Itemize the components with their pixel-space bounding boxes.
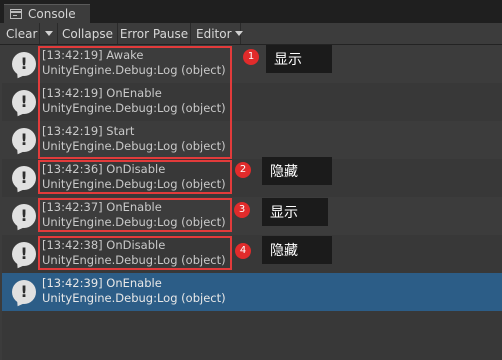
annotation-box-3: [38, 198, 232, 232]
log-message-icon: !: [12, 128, 36, 152]
collapse-button-label: Collapse: [62, 26, 113, 41]
error-pause-button-label: Error Pause: [119, 26, 189, 41]
log-message-icon: !: [12, 204, 36, 228]
collapse-button[interactable]: Collapse: [58, 23, 118, 44]
annotation-number-3: 3: [234, 202, 250, 218]
clear-options-dropdown[interactable]: [40, 23, 58, 44]
log-message-icon: !: [12, 52, 36, 76]
tab-strip: Console: [0, 0, 502, 23]
chevron-down-icon: [234, 31, 243, 36]
annotation-label-2: 隐藏: [262, 157, 332, 185]
log-message-icon: !: [12, 166, 36, 190]
log-message-icon: !: [12, 280, 36, 304]
chevron-down-icon: [44, 31, 53, 36]
annotation-box-2: [38, 160, 232, 194]
clear-button[interactable]: Clear: [0, 23, 40, 44]
log-message: [13:42:39] OnEnable: [42, 276, 162, 290]
log-message-icon: !: [12, 90, 36, 114]
annotation-label-1: 显示: [266, 45, 332, 73]
annotation-number-4: 4: [235, 243, 251, 259]
log-stacktrace: UnityEngine.Debug:Log (object): [42, 291, 226, 305]
console-toolbar: Clear Collapse Error Pause Editor: [0, 23, 502, 45]
annotation-number-1: 1: [243, 49, 259, 65]
log-entry-selected[interactable]: ! [13:42:39] OnEnable UnityEngine.Debug:…: [2, 273, 502, 311]
error-pause-button[interactable]: Error Pause: [118, 23, 191, 44]
tab-console[interactable]: Console: [4, 4, 90, 23]
log-list-empty-area: [2, 311, 502, 360]
log-text: [13:42:39] OnEnable UnityEngine.Debug:Lo…: [42, 276, 226, 306]
log-message-icon: !: [12, 242, 36, 266]
annotation-box-1: [38, 46, 232, 159]
annotation-box-4: [38, 236, 232, 270]
clear-button-label: Clear: [6, 26, 38, 41]
console-icon: [10, 9, 22, 19]
editor-dropdown-label: Editor: [196, 26, 232, 41]
editor-dropdown[interactable]: Editor: [191, 23, 243, 44]
annotation-label-3: 显示: [262, 198, 328, 226]
annotation-label-4: 隐藏: [262, 236, 332, 264]
tab-console-label: Console: [28, 7, 76, 21]
annotation-number-2: 2: [235, 162, 251, 178]
